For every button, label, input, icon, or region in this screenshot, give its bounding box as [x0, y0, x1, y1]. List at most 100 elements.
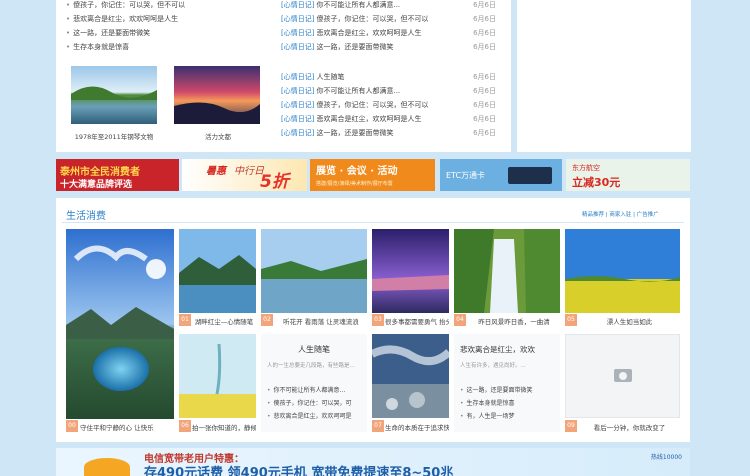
tag-badge: 00	[66, 420, 78, 432]
life-thumb-caption[interactable]: 拍一张你知道的，静候岁	[192, 422, 256, 432]
news-category[interactable]: [心情日记]	[281, 43, 314, 51]
news-date: 6月6日	[473, 129, 496, 137]
tag-badge: 04	[454, 314, 466, 326]
news-category[interactable]: [心情日记]	[281, 115, 314, 123]
card-joy-sorrow[interactable]: 悲欢离合是红尘，欢欢 人生有许多，遇见尚好。... 这一路，还是要面带微笑 生存…	[454, 334, 560, 432]
list-item[interactable]: 生存本身就是惊喜	[460, 398, 556, 407]
news-date: 6月6日	[473, 43, 496, 51]
news-title[interactable]: 你不可能让所有人都满意...	[316, 87, 400, 95]
list-item[interactable]: 悲欢离合是红尘，欢欢呵呵是人生	[66, 14, 178, 24]
life-thumb-caption[interactable]: 漂人生如当如此	[579, 316, 680, 326]
news-title[interactable]: 你不可能让所有人都满意...	[316, 1, 400, 9]
life-thumb-1[interactable]	[179, 229, 256, 313]
top-right-panel	[517, 0, 691, 152]
card-title[interactable]: 悲欢离合是红尘，欢欢	[460, 344, 560, 355]
news-title[interactable]: 这一路，还是要面带微笑	[316, 43, 393, 51]
etc-card-icon	[508, 167, 552, 184]
news-category[interactable]: [心情日记]	[281, 73, 314, 81]
card-desc: 人的一生总要走几段路，有些路是...	[267, 363, 355, 369]
life-thumb-5[interactable]	[565, 229, 680, 313]
top-thumb-1-caption[interactable]: 1978年至2011年钢琴文物	[66, 131, 162, 141]
camera-icon	[614, 369, 632, 382]
banner-airline-line: 立减30元	[572, 176, 621, 189]
banner-airline[interactable]: 东方航空 立减30元	[566, 159, 690, 191]
news-category[interactable]: [心情日记]	[281, 129, 314, 137]
life-link[interactable]: 商家入驻	[609, 212, 631, 218]
life-thumb-caption[interactable]: 听花开 看雨落 让灵魂流浪	[275, 316, 367, 326]
banner-consumer-line2: 十大满意品牌评选	[60, 180, 133, 190]
news-category[interactable]: [心情日记]	[281, 15, 314, 23]
tag-badge: 09	[565, 420, 577, 432]
news-category[interactable]: [心情日记]	[281, 101, 314, 109]
telecom-logo-icon	[84, 458, 130, 476]
news-category[interactable]: [心情日记]	[281, 87, 314, 95]
life-thumb-caption[interactable]: 昨日风景昨日香，一曲清	[468, 316, 560, 326]
list-item[interactable]: 你不可能让所有人都满意...	[267, 385, 363, 394]
news-date: 6月6日	[473, 101, 496, 109]
tag-badge: 07	[372, 420, 384, 432]
banner-boc-a: 暑惠	[206, 166, 226, 177]
news-title[interactable]: 人生随笔	[316, 73, 344, 81]
news-date: 6月6日	[473, 115, 496, 123]
news-date: 6月6日	[473, 87, 496, 95]
banner-expo[interactable]: 展览 · 会议 · 活动 搭建/展览/演绎/美术制作/展厅布置	[310, 159, 435, 191]
news-row[interactable]: [心情日记] 这一路，还是要面带微笑 6月6日	[281, 128, 496, 138]
tag-badge: 01	[179, 314, 191, 326]
top-thumb-2[interactable]	[174, 66, 260, 124]
news-title[interactable]: 悲欢离合是红尘，欢欢呵呵是人生	[316, 29, 421, 37]
news-title[interactable]: 这一路，还是要面带微笑	[316, 129, 393, 137]
life-thumb-7[interactable]	[372, 334, 449, 418]
news-row[interactable]: [心情日记] 傻孩子，你记住：可以哭，但不可以 6月6日	[281, 14, 496, 24]
news-title[interactable]: 悲欢离合是红尘，欢欢呵呵是人生	[316, 115, 421, 123]
tag-badge: 03	[372, 314, 384, 326]
life-thumb-3[interactable]	[372, 229, 449, 313]
banner-consumer-line1: 泰州市全民消费者	[60, 167, 140, 178]
banner-boc-c: 5折	[260, 172, 289, 191]
life-thumb-placeholder[interactable]	[565, 334, 680, 418]
tag-badge: 06	[179, 420, 191, 432]
life-feature-image[interactable]	[66, 229, 174, 419]
banner-consumer-brand[interactable]: 泰州市全民消费者 十大满意品牌评选	[56, 159, 179, 191]
life-title[interactable]: 生活消费	[66, 207, 106, 222]
card-life-essay[interactable]: 人生随笔 人的一生总要走几段路，有些路是... 你不可能让所有人都满意... 傻…	[261, 334, 367, 432]
life-thumb-6[interactable]	[179, 334, 256, 418]
life-thumb-caption[interactable]: 生命的本质在于追求快乐	[385, 422, 449, 432]
list-item[interactable]: 有，人生是一场梦	[460, 411, 556, 420]
news-row[interactable]: [心情日记] 这一路，还是要面带微笑 6月6日	[281, 42, 496, 52]
life-link[interactable]: 精品推荐	[582, 212, 604, 218]
life-thumb-caption[interactable]: 很多事都需要勇气 抬头看看	[385, 316, 449, 326]
list-item[interactable]: 这一路，还是要面带微笑	[66, 28, 150, 38]
news-row[interactable]: [心情日记] 悲欢离合是红尘，欢欢呵呵是人生 6月6日	[281, 114, 496, 124]
feature-caption[interactable]: 守住平和宁静的心 让快乐	[80, 422, 174, 432]
life-thumb-caption[interactable]: 看后一分钟，你就改变了	[579, 422, 680, 432]
news-title[interactable]: 傻孩子，你记住：可以哭，但不可以	[316, 15, 428, 23]
telecom-line: 存490元话费 领490元手机 宽带免费提速至8~50兆	[144, 466, 454, 476]
list-item[interactable]: 悲欢离合是红尘，欢欢呵呵是	[267, 411, 363, 420]
banner-boc-discount[interactable]: 暑惠 中行日 5折	[182, 159, 307, 191]
tag-badge: 05	[565, 314, 577, 326]
card-title[interactable]: 人生随笔	[261, 344, 367, 355]
banner-etc[interactable]: ETC万通卡	[440, 159, 562, 191]
top-thumb-1[interactable]	[71, 66, 157, 124]
life-divider	[62, 222, 684, 223]
list-item[interactable]: 生存本身就是惊喜	[66, 42, 129, 52]
news-row[interactable]: [心情日记] 悲欢离合是红尘，欢欢呵呵是人生 6月6日	[281, 28, 496, 38]
telecom-banner[interactable]: 电信宽带老用户特惠： 存490元话费 领490元手机 宽带免费提速至8~50兆 …	[56, 448, 690, 476]
news-category[interactable]: [心情日记]	[281, 29, 314, 37]
life-thumb-4[interactable]	[454, 229, 560, 313]
news-date: 6月6日	[473, 73, 496, 81]
life-thumb-2[interactable]	[261, 229, 367, 313]
banner-airline-brand: 东方航空	[572, 164, 600, 172]
list-item[interactable]: 傻孩子，你记住：可以哭，但不可以	[66, 0, 185, 10]
list-item[interactable]: 这一路，还是要面带微笑	[460, 385, 556, 394]
list-item[interactable]: 傻孩子，你记住：可以哭，可	[267, 398, 363, 407]
news-row[interactable]: [心情日记] 人生随笔 6月6日	[281, 72, 496, 82]
life-thumb-caption[interactable]: 湖畔红尘—心情随笔	[192, 316, 256, 326]
news-row[interactable]: [心情日记] 傻孩子，你记住：可以哭，但不可以 6月6日	[281, 100, 496, 110]
top-thumb-2-caption[interactable]: 活力文都	[170, 131, 266, 141]
news-category[interactable]: [心情日记]	[281, 1, 314, 9]
life-link[interactable]: 广告推广	[637, 212, 659, 218]
news-row[interactable]: [心情日记] 你不可能让所有人都满意... 6月6日	[281, 0, 496, 10]
news-row[interactable]: [心情日记] 你不可能让所有人都满意... 6月6日	[281, 86, 496, 96]
news-title[interactable]: 傻孩子，你记住：可以哭，但不可以	[316, 101, 428, 109]
